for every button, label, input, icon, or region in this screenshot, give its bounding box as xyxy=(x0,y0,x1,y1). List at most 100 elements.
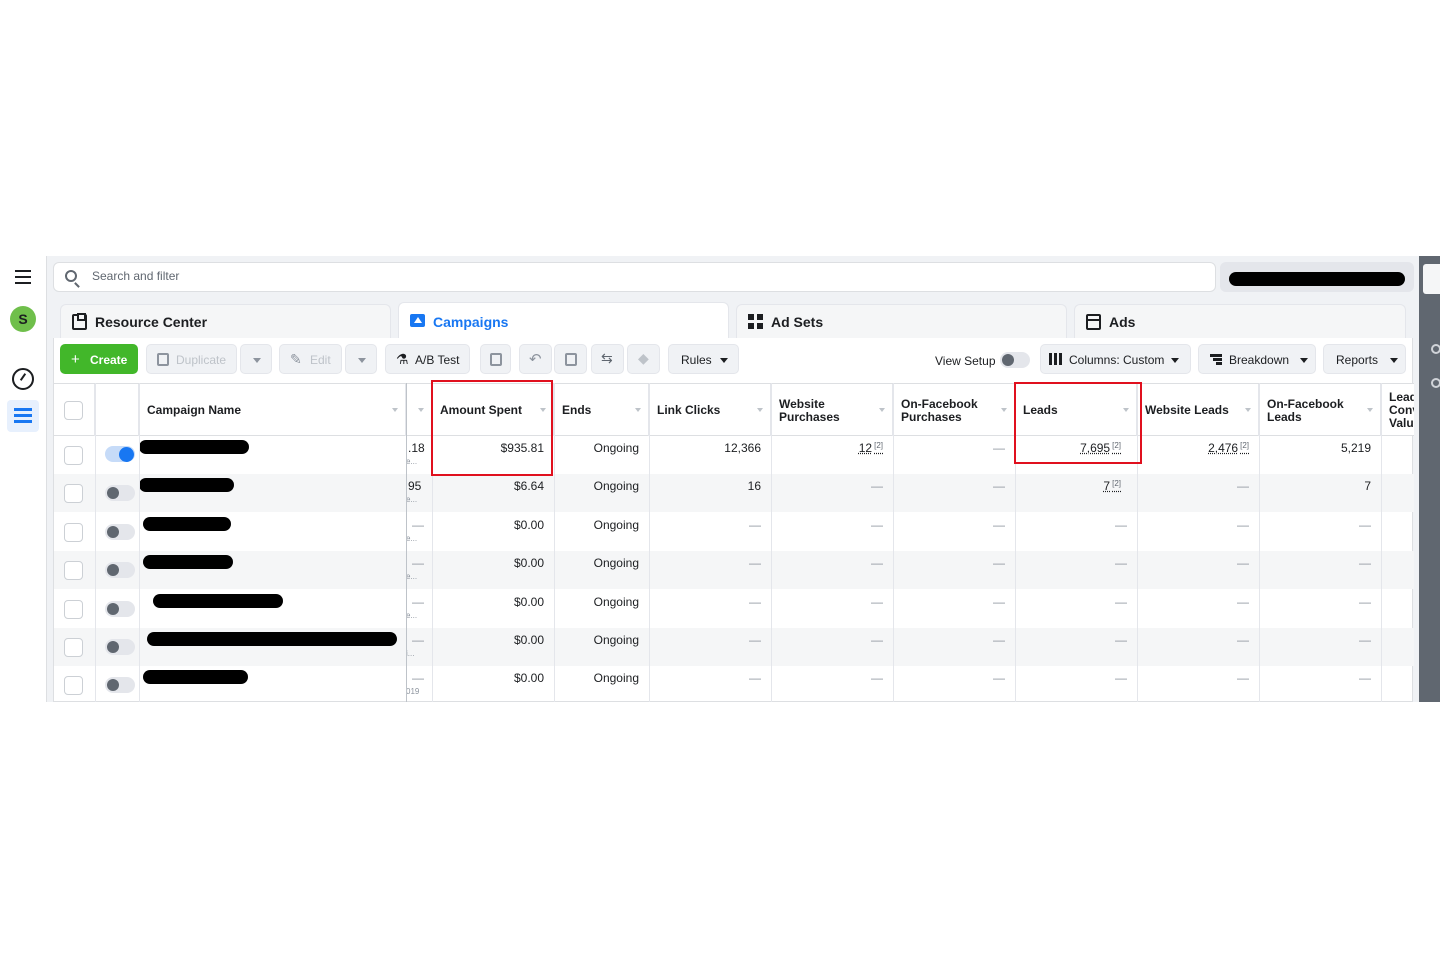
campaign-toggle[interactable] xyxy=(105,446,135,462)
row-checkbox[interactable] xyxy=(64,561,83,581)
web-leads-value: — xyxy=(1237,479,1249,494)
campaigns-table-icon[interactable] xyxy=(7,400,39,432)
column-header-website-purchases[interactable]: Website Purchases xyxy=(771,384,893,436)
table-row: —019 $0.00 Ongoing — — — — — — xyxy=(54,666,1414,702)
edit-dropdown[interactable] xyxy=(345,344,377,374)
chevron-down-icon xyxy=(1300,358,1308,363)
tag-button[interactable]: ◆ xyxy=(627,344,660,374)
row-checkbox[interactable] xyxy=(64,676,83,696)
hidden-column-value: — xyxy=(412,594,424,609)
clipboard-button[interactable] xyxy=(480,344,511,374)
column-header-hidden[interactable] xyxy=(406,384,432,436)
website-purchases-cell: — xyxy=(771,666,893,702)
fb-leads-value: — xyxy=(1359,556,1371,571)
column-header-on-facebook-leads[interactable]: On-Facebook Leads xyxy=(1259,384,1381,436)
campaign-toggle[interactable] xyxy=(105,677,135,694)
create-button[interactable]: + Create xyxy=(60,344,138,374)
clicks-value: — xyxy=(749,594,761,609)
redacted-campaign-name xyxy=(139,478,234,493)
ad-icon xyxy=(1086,314,1101,330)
tab-ad-sets[interactable]: Ad Sets xyxy=(736,304,1067,338)
fb-leads-value: — xyxy=(1359,594,1371,609)
hidden-column-value: .18 xyxy=(408,441,425,455)
row-checkbox[interactable] xyxy=(64,446,83,465)
toggle-knob xyxy=(1002,354,1014,366)
campaign-name-cell[interactable] xyxy=(139,628,406,666)
leads-cell: — xyxy=(1015,513,1137,551)
row-checkbox[interactable] xyxy=(64,638,83,657)
tag-icon: ◆ xyxy=(638,350,649,366)
ends-value: Ongoing xyxy=(593,441,639,455)
breakdown-button[interactable]: Breakdown xyxy=(1198,344,1316,374)
flask-icon: ⚗ xyxy=(396,351,409,367)
clicks-value: 16 xyxy=(747,479,761,494)
row-checkbox[interactable] xyxy=(64,522,83,542)
campaign-toggle[interactable] xyxy=(105,485,135,502)
row-checkbox[interactable] xyxy=(64,484,83,504)
hidden-column-subvalue: e... xyxy=(406,457,418,466)
web-purch-value: — xyxy=(871,517,883,532)
account-avatar[interactable]: S xyxy=(10,306,36,332)
campaign-toggle[interactable] xyxy=(105,600,135,617)
amount-value: $0.00 xyxy=(513,556,544,571)
hidden-column-cell: 95 e... xyxy=(406,474,432,512)
leads-cell: — xyxy=(1015,590,1137,628)
campaign-name-cell[interactable] xyxy=(139,666,406,702)
campaign-name-cell[interactable] xyxy=(139,436,406,474)
hidden-column-value: — xyxy=(412,633,424,647)
edit-button[interactable]: ✎ Edit xyxy=(279,344,342,374)
menu-icon[interactable] xyxy=(15,270,31,284)
column-header-on-facebook-purchases[interactable]: On-Facebook Purchases xyxy=(893,384,1015,436)
campaign-toggle[interactable] xyxy=(105,562,135,579)
on-facebook-leads-cell: — xyxy=(1259,513,1381,551)
fb-purch-value: — xyxy=(993,441,1005,455)
tab-ads[interactable]: Ads xyxy=(1074,304,1406,338)
rules-button[interactable]: Rules xyxy=(668,344,739,374)
leads-cell: — xyxy=(1015,551,1137,589)
column-header-campaign-name[interactable]: Campaign Name xyxy=(139,384,406,436)
dashboard-icon[interactable] xyxy=(12,368,34,390)
fb-leads-value: — xyxy=(1359,633,1371,647)
campaign-name-cell[interactable] xyxy=(139,513,406,551)
amount-spent-cell: $0.00 xyxy=(432,666,554,702)
tab-campaigns[interactable]: Campaigns xyxy=(398,302,729,338)
campaign-name-cell[interactable] xyxy=(139,551,406,589)
undo-button[interactable]: ↶ xyxy=(519,344,552,374)
column-header-link-clicks[interactable]: Link Clicks xyxy=(649,384,771,436)
toggle-knob xyxy=(107,525,119,538)
row-checkbox[interactable] xyxy=(64,599,83,619)
leads-highlight xyxy=(1014,382,1142,464)
duplicate-dropdown[interactable] xyxy=(240,344,272,374)
ends-cell: Ongoing xyxy=(554,590,649,628)
column-header-website-leads[interactable]: Website Leads xyxy=(1137,384,1259,436)
duplicate-button[interactable]: Duplicate xyxy=(146,344,237,374)
right-side-panel xyxy=(1419,256,1440,702)
pencil-icon: ✎ xyxy=(290,351,302,367)
chevron-down-icon xyxy=(418,408,424,412)
campaign-name-cell[interactable] xyxy=(139,474,406,512)
column-header-ends[interactable]: Ends xyxy=(554,384,649,436)
campaign-toggle[interactable] xyxy=(105,523,135,540)
select-all-checkbox[interactable] xyxy=(64,401,83,420)
columns-button[interactable]: Columns: Custom xyxy=(1040,344,1191,374)
campaign-name-cell[interactable] xyxy=(139,590,406,628)
ab-test-button[interactable]: ⚗ A/B Test xyxy=(385,344,470,374)
link-clicks-cell: 12,366 xyxy=(649,436,771,474)
hidden-column-subvalue: i... xyxy=(406,649,415,658)
fb-purch-value: — xyxy=(993,556,1005,571)
delete-button[interactable] xyxy=(554,344,587,374)
table-row: — i... $0.00 Ongoing — — — — — — xyxy=(54,628,1414,666)
search-bar[interactable] xyxy=(53,262,1216,292)
export-button[interactable]: ⇆ xyxy=(591,344,624,374)
chart-panel-icon[interactable] xyxy=(1423,264,1440,294)
campaign-toggle[interactable] xyxy=(105,639,135,655)
reports-button[interactable]: Reports xyxy=(1323,344,1406,374)
tab-resource-center[interactable]: Resource Center xyxy=(60,304,391,338)
panel-icon[interactable] xyxy=(1431,344,1440,354)
view-setup-toggle[interactable] xyxy=(1000,352,1030,368)
column-header-lead-conversion-value[interactable]: LeadConvValu xyxy=(1381,384,1414,436)
web-leads-value: — xyxy=(1237,556,1249,571)
search-input[interactable] xyxy=(92,269,692,283)
panel-icon[interactable] xyxy=(1431,378,1440,388)
account-selector[interactable] xyxy=(1220,262,1414,292)
